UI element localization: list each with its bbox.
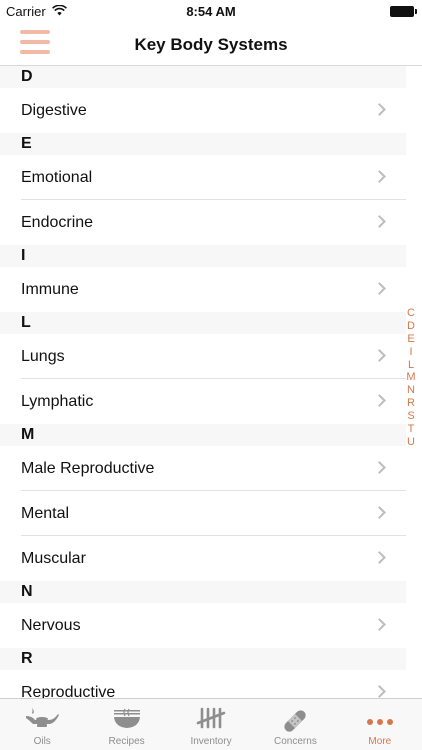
- list-item-label: Digestive: [21, 102, 87, 119]
- index-letter[interactable]: D: [405, 320, 417, 333]
- page-title: Key Body Systems: [134, 35, 288, 54]
- chevron-right-icon: [373, 282, 386, 295]
- chevron-right-icon: [373, 103, 386, 116]
- tab-inventory[interactable]: Inventory: [169, 699, 253, 750]
- list-item-label: Reproductive: [21, 684, 116, 698]
- list-item[interactable]: Endocrine: [0, 200, 406, 245]
- index-letter[interactable]: I: [405, 346, 417, 359]
- tab-recipes[interactable]: Recipes: [84, 699, 168, 750]
- more-icon: [366, 713, 394, 731]
- chevron-right-icon: [373, 618, 386, 631]
- list-item-label: Muscular: [21, 550, 86, 567]
- section-header: L: [0, 312, 406, 334]
- list-item[interactable]: Male Reproductive: [0, 446, 406, 491]
- chevron-right-icon: [373, 461, 386, 474]
- list-item[interactable]: Emotional: [0, 155, 406, 200]
- section-header: M: [0, 424, 406, 446]
- section-header: R: [0, 648, 406, 670]
- index-letter[interactable]: U: [405, 436, 417, 449]
- chevron-right-icon: [373, 685, 386, 698]
- tab-label: Recipes: [108, 736, 145, 747]
- tab-label: Oils: [33, 736, 51, 747]
- chevron-right-icon: [373, 551, 386, 564]
- list-item[interactable]: Lungs: [0, 334, 406, 379]
- section-header: I: [0, 245, 406, 267]
- list-item-label: Nervous: [21, 617, 81, 634]
- body-systems-list: D Digestive E Emotional Endocrine I Immune L Lun…: [0, 66, 406, 698]
- status-bar: Carrier 8:54 AM: [0, 0, 422, 22]
- list-item[interactable]: Immune: [0, 267, 406, 312]
- navigation-bar: Key Body Systems: [0, 22, 422, 66]
- chevron-right-icon: [373, 215, 386, 228]
- section-index[interactable]: CDEILMNRSTU: [405, 307, 417, 449]
- list-item-label: Lungs: [21, 348, 65, 365]
- chevron-right-icon: [373, 394, 386, 407]
- tab-label: Inventory: [190, 736, 232, 747]
- list-item[interactable]: Reproductive: [0, 670, 406, 698]
- index-letter[interactable]: T: [405, 423, 417, 436]
- list-item[interactable]: Mental: [0, 491, 406, 536]
- list-item[interactable]: Digestive: [0, 88, 406, 133]
- list-item-label: Lymphatic: [21, 393, 94, 410]
- index-letter[interactable]: S: [405, 410, 417, 423]
- list-item-label: Mental: [21, 505, 70, 522]
- index-letter[interactable]: R: [405, 397, 417, 410]
- index-letter[interactable]: M: [405, 371, 417, 384]
- index-letter[interactable]: C: [405, 307, 417, 320]
- chevron-right-icon: [373, 349, 386, 362]
- list-item-label: Male Reproductive: [21, 460, 155, 477]
- oil-lamp-icon: [24, 707, 60, 734]
- list-item[interactable]: Muscular: [0, 536, 406, 581]
- bowl-icon: [112, 707, 142, 736]
- tab-oils[interactable]: Oils: [0, 699, 84, 750]
- tab-label: Concerns: [274, 736, 317, 747]
- list-item[interactable]: Lymphatic: [0, 379, 406, 424]
- section-header: N: [0, 581, 406, 603]
- section-header: D: [0, 66, 406, 88]
- status-time: 8:54 AM: [186, 4, 236, 19]
- list-item-label: Immune: [21, 281, 79, 298]
- battery-icon: [390, 6, 417, 17]
- tab-more[interactable]: More: [338, 699, 422, 750]
- chevron-right-icon: [373, 506, 386, 519]
- list-item-label: Emotional: [21, 169, 93, 186]
- list-item-label: Endocrine: [21, 214, 94, 231]
- tab-label: More: [368, 736, 392, 747]
- chevron-right-icon: [373, 170, 386, 183]
- list-item[interactable]: Nervous: [0, 603, 406, 648]
- index-letter[interactable]: L: [405, 359, 417, 372]
- section-header: E: [0, 133, 406, 155]
- index-letter[interactable]: E: [405, 333, 417, 346]
- index-letter[interactable]: N: [405, 384, 417, 397]
- tab-concerns[interactable]: Concerns: [253, 699, 337, 750]
- tally-icon: [196, 707, 226, 734]
- tab-bar: Oils Recipes Inventory Concerns More: [0, 698, 422, 750]
